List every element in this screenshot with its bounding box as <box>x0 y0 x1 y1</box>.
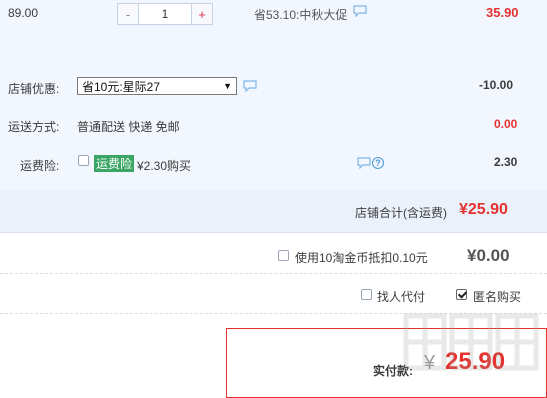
anonymous-checkbox[interactable] <box>456 289 467 300</box>
insurance-price: ¥2.30购买 <box>137 159 192 173</box>
chat-bubble-icon[interactable] <box>243 80 257 95</box>
help-circle-icon[interactable]: ? <box>372 157 384 169</box>
item-subtotal: 35.90 <box>486 5 519 20</box>
insurance-label: 运费险: <box>20 159 60 173</box>
shipping-cost: 0.00 <box>494 117 518 131</box>
proxy-pay-checkbox[interactable] <box>361 289 372 300</box>
coins-checkbox[interactable] <box>278 250 289 261</box>
proxy-pay-label: 找人代付 <box>377 290 426 304</box>
watermark-logo <box>402 308 540 381</box>
divider <box>0 273 547 274</box>
insurance-value: 2.30 <box>494 155 518 169</box>
unit-price: 89.00 <box>8 6 39 20</box>
chat-bubble-icon[interactable] <box>353 5 367 20</box>
shipping-method-label: 运送方式: <box>8 120 60 134</box>
coins-value: ¥0.00 <box>467 246 510 265</box>
quantity-input[interactable]: 1 <box>139 3 191 25</box>
shop-discount-label: 店铺优惠: <box>8 82 60 96</box>
promotion-text: 省53.10:中秋大促 <box>254 8 348 22</box>
insurance-badge: 运费险 <box>94 155 135 172</box>
shop-total-label: 店铺合计(含运费) <box>355 206 447 220</box>
shop-discount-select[interactable]: 省10元:星际27 ▼ <box>77 77 237 95</box>
coins-label: 使用10淘金币抵扣0.10元 <box>295 251 428 265</box>
quantity-plus-button[interactable]: + <box>191 3 213 25</box>
shop-discount-selected: 省10元:星际27 <box>82 79 161 94</box>
quantity-minus-button[interactable]: - <box>117 3 139 25</box>
anonymous-label: 匿名购买 <box>473 290 522 304</box>
shipping-method-text: 普通配送 快递 免邮 <box>77 120 180 134</box>
shop-total-value: ¥25.90 <box>459 201 508 218</box>
insurance-checkbox[interactable] <box>78 155 89 166</box>
shop-discount-value: -10.00 <box>479 78 514 92</box>
chat-bubble-icon[interactable] <box>357 157 371 172</box>
quantity-stepper[interactable]: - 1 + <box>117 3 213 25</box>
dropdown-arrow-icon: ▼ <box>223 81 232 91</box>
